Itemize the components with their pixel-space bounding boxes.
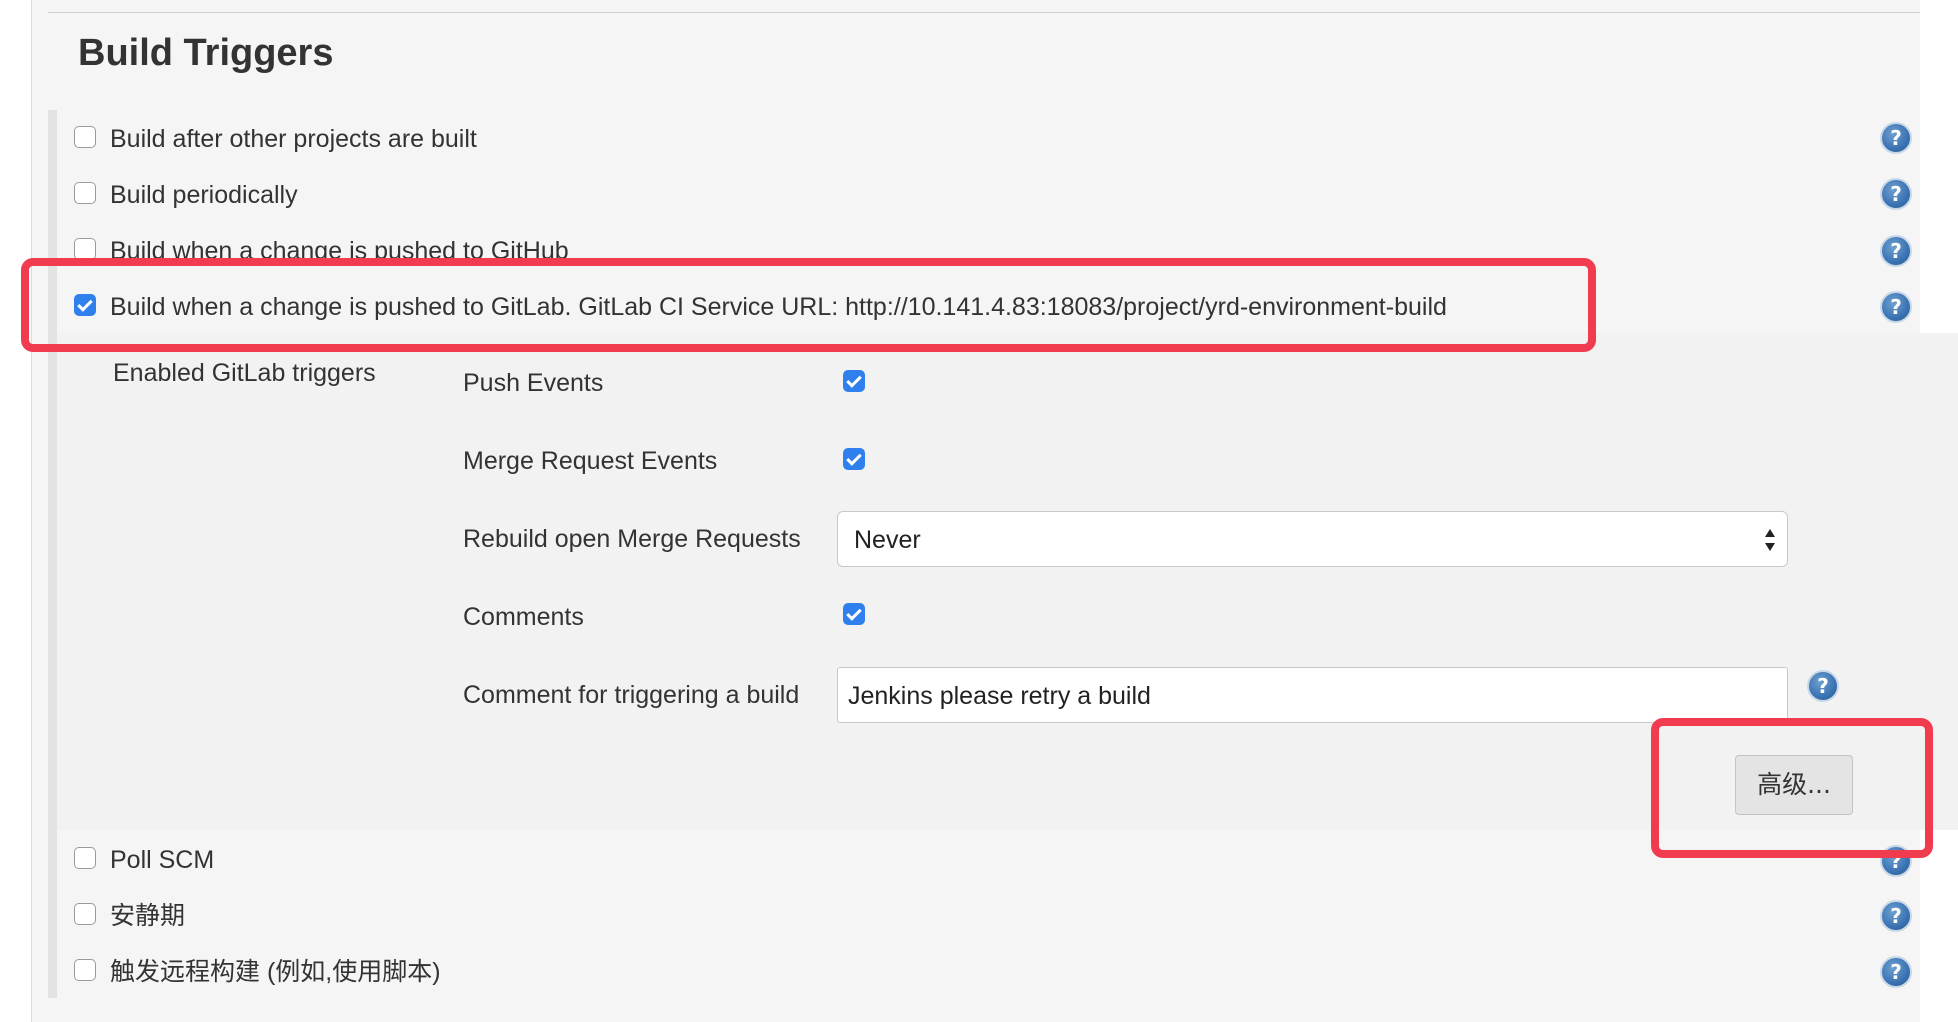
trigger-row-quiet-period[interactable]: 安静期 — [74, 893, 1834, 937]
checkbox-build-after-other-projects[interactable] — [74, 126, 96, 148]
rebuild-open-mr-select[interactable]: Never — [837, 511, 1788, 567]
trigger-label: 触发远程构建 (例如,使用脚本) — [110, 958, 441, 986]
rebuild-open-mr-value: Never — [854, 526, 921, 554]
trigger-label: Poll SCM — [110, 846, 215, 874]
build-triggers-page: Build Triggers Build after other project… — [0, 0, 1958, 1022]
trigger-row-build-periodically[interactable]: Build periodically — [74, 172, 1834, 216]
comment-trigger-label: Comment for triggering a build — [463, 681, 800, 709]
help-icon[interactable]: ? — [1880, 235, 1912, 267]
checkbox-poll-scm[interactable] — [74, 847, 96, 869]
help-icon[interactable]: ? — [1880, 291, 1912, 323]
checkbox-quiet-period[interactable] — [74, 903, 96, 925]
checkbox-github-push[interactable] — [74, 238, 96, 260]
trigger-label: Build periodically — [110, 181, 298, 209]
checkbox-build-periodically[interactable] — [74, 182, 96, 204]
comment-trigger-input[interactable]: Jenkins please retry a build — [837, 667, 1788, 723]
merge-request-events-checkbox[interactable] — [843, 448, 865, 470]
highlight-box-gitlab-trigger — [21, 258, 1596, 352]
push-events-checkbox[interactable] — [843, 370, 865, 392]
comment-trigger-value: Jenkins please retry a build — [848, 682, 1151, 710]
trigger-row-after-other-projects[interactable]: Build after other projects are built — [74, 116, 1834, 160]
checkbox-remote-trigger[interactable] — [74, 959, 96, 981]
section-title: Build Triggers — [78, 32, 334, 74]
rebuild-open-mr-label: Rebuild open Merge Requests — [463, 525, 801, 553]
help-icon[interactable]: ? — [1880, 900, 1912, 932]
trigger-row-poll-scm[interactable]: Poll SCM — [74, 837, 1834, 881]
comments-checkbox[interactable] — [843, 603, 865, 625]
push-events-label: Push Events — [463, 369, 604, 397]
trigger-label: 安静期 — [110, 902, 186, 930]
section-left-bar — [48, 110, 57, 998]
comments-label: Comments — [463, 603, 584, 631]
help-icon[interactable]: ? — [1880, 178, 1912, 210]
trigger-label: Build after other projects are built — [110, 125, 477, 153]
help-icon[interactable]: ? — [1807, 670, 1839, 702]
help-icon[interactable]: ? — [1880, 122, 1912, 154]
merge-request-events-label: Merge Request Events — [463, 447, 718, 475]
help-icon[interactable]: ? — [1880, 956, 1912, 988]
enabled-gitlab-triggers-label: Enabled GitLab triggers — [113, 359, 376, 387]
section-divider — [48, 12, 1920, 13]
highlight-box-advanced-button — [1651, 718, 1933, 858]
trigger-row-remote-trigger[interactable]: 触发远程构建 (例如,使用脚本) — [74, 949, 1834, 993]
select-arrows-icon — [1765, 529, 1775, 551]
